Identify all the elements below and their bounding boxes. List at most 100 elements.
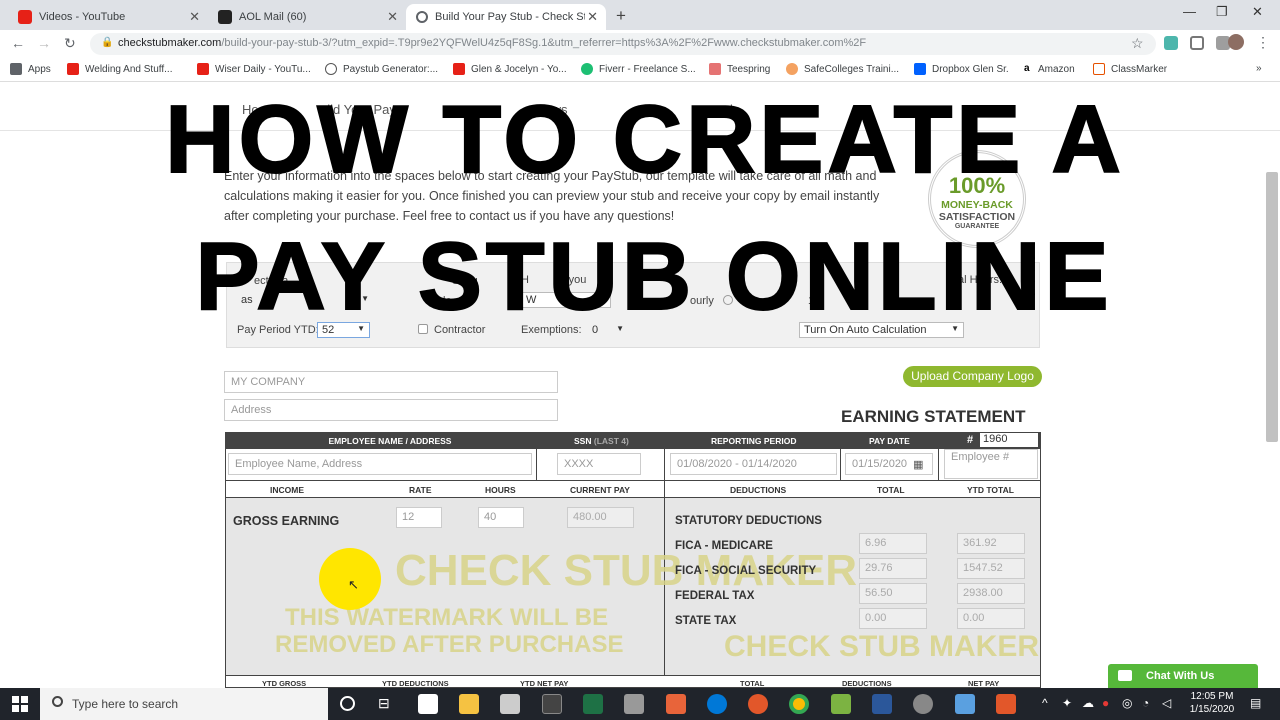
minimize-icon[interactable]: — [1183,4,1196,19]
windows-tile [12,705,19,712]
cast-extension-icon[interactable] [1190,36,1204,50]
file-explorer-icon[interactable] [459,694,479,714]
tab-aol-mail[interactable]: AOL Mail (60) ✕ [208,4,406,30]
store-icon[interactable] [500,694,520,714]
tray-volume-icon[interactable]: ◁ [1162,696,1171,710]
task-view-icon[interactable]: ⊟ [378,695,390,712]
gross-hours-input[interactable]: 40 [478,507,524,528]
bookmarks-more[interactable]: » [1256,63,1262,74]
deduction-ytd: 361.92 [957,533,1025,554]
bookmark-item[interactable]: ClassMarker [1093,63,1167,75]
bookmark-item[interactable]: a Amazon [1024,63,1075,75]
bookmark-item[interactable]: Welding And Stuff... [67,63,172,75]
employee-name-input[interactable]: Employee Name, Address [228,453,532,475]
reporting-period-input[interactable]: 01/08/2020 - 01/14/2020 [670,453,837,475]
bookmark-apps[interactable]: Apps [10,63,51,75]
search-placeholder: Type here to search [72,697,179,711]
windows-start-icon[interactable] [12,696,28,712]
tray-wifi-icon[interactable]: ◔ [1142,696,1149,710]
tray-chevron-icon[interactable]: ^ [1042,696,1048,710]
earnings-column-headers [225,481,1041,498]
bookmark-label: Teespring [727,63,771,75]
app-icon[interactable] [624,694,644,714]
more-menu-icon[interactable]: ⋮ [1256,34,1270,51]
address-bar[interactable]: 🔒 checkstubmaker.com/build-your-pay-stub… [90,33,1156,55]
forward-icon[interactable]: → [37,35,51,51]
aol-icon [218,10,232,24]
app-icon[interactable] [666,694,686,714]
bookmark-label: SafeColleges Traini... [804,63,900,75]
ytd-net-pay-header: YTD NET PAY [520,679,569,688]
income-header: INCOME [270,485,304,495]
new-tab-icon[interactable]: + [616,6,626,26]
bookmark-item[interactable]: SafeColleges Traini... [786,63,899,75]
app-icon[interactable] [542,694,562,714]
notifications-icon[interactable]: ▤ [1250,696,1261,710]
upload-logo-button[interactable]: Upload Company Logo [903,366,1042,387]
divider [938,449,939,481]
employee-number-input[interactable]: Employee # [944,449,1038,479]
close-icon[interactable]: ✕ [387,9,398,25]
bookmark-label: Wiser Daily - YouTu... [215,63,311,75]
net-pay-header: NET PAY [968,679,1000,688]
cortana-icon[interactable] [340,696,355,711]
ssn-header-note: (LAST 4) [593,436,629,446]
tab-title: Videos - YouTube [39,11,126,23]
edge-icon[interactable] [707,694,727,714]
app-icon[interactable] [955,694,975,714]
classmarker-icon [1093,63,1105,75]
tab-youtube[interactable]: Videos - YouTube ✕ [8,4,208,30]
bookmark-item[interactable]: Teespring [709,63,770,75]
deduction-name: FICA - SOCIAL SECURITY [675,565,817,577]
excel-icon[interactable] [583,694,603,714]
tray-app-icon[interactable]: ● [1102,696,1109,710]
share-extension-icon[interactable] [1164,36,1178,50]
bookmark-item[interactable]: Wiser Daily - YouTu... [197,63,311,75]
chrome-icon[interactable] [789,694,809,714]
statutory-deductions-label: STATUTORY DEDUCTIONS [675,515,822,527]
windows-tile [12,696,19,703]
maximize-icon[interactable]: ❐ [1216,4,1228,20]
chat-label: Chat With Us [1146,670,1215,682]
word-icon[interactable] [872,694,892,714]
taskbar-clock[interactable]: 12:05 PM 1/15/2020 [1180,690,1244,716]
tray-cloud-icon[interactable]: ☁ [1082,696,1094,710]
chat-with-us-button[interactable]: Chat With Us [1108,664,1258,688]
back-icon[interactable]: ← [11,35,25,51]
pay-date-header: PAY DATE [869,436,910,446]
tray-network-icon[interactable]: ✦ [1062,696,1072,710]
cursor-icon: ↖ [348,577,359,592]
calendar-icon[interactable]: ▦ [913,458,923,471]
close-icon[interactable]: ✕ [189,9,200,25]
pay-date-input[interactable]: 01/15/2020 ▦ [845,453,933,475]
close-icon[interactable]: ✕ [587,9,598,25]
globe-icon [416,11,428,23]
app-icon[interactable] [913,694,933,714]
mail-icon[interactable] [418,694,438,714]
close-window-icon[interactable]: ✕ [1252,4,1263,20]
camtasia-icon[interactable] [831,694,851,714]
app-icon[interactable] [748,694,768,714]
current-pay-header: CURRENT PAY [570,485,630,495]
search-icon [52,696,63,707]
taskbar-search-input[interactable]: Type here to search [40,688,328,720]
gross-rate-input[interactable]: 12 [396,507,442,528]
company-name-input[interactable]: MY COMPANY [224,371,558,393]
tab-build-pay-stub[interactable]: Build Your Pay Stub - Check Stub ✕ [406,4,606,30]
star-icon[interactable]: ☆ [1131,35,1144,52]
app-icon[interactable] [996,694,1016,714]
windows-tile [21,705,28,712]
bookmark-item[interactable]: Paystub Generator:... [325,63,438,75]
tray-app-icon[interactable]: ◎ [1122,696,1132,710]
bookmark-item[interactable]: Glen & Jocelyn - Yo... [453,63,567,75]
avatar[interactable] [1228,34,1244,50]
reload-icon[interactable]: ↻ [64,35,76,52]
bookmark-item[interactable]: Fiverr - Freelance S... [581,63,696,75]
ssn-input[interactable]: XXXX [557,453,641,475]
deductions-header: DEDUCTIONS [730,485,787,495]
company-address-input[interactable]: Address [224,399,558,421]
gross-earning-label: GROSS EARNING [233,514,340,528]
bookmark-item[interactable]: Dropbox Glen Sr. [914,63,1009,75]
teespring-icon [709,63,721,75]
stub-number-input[interactable]: 1960 [980,433,1038,447]
